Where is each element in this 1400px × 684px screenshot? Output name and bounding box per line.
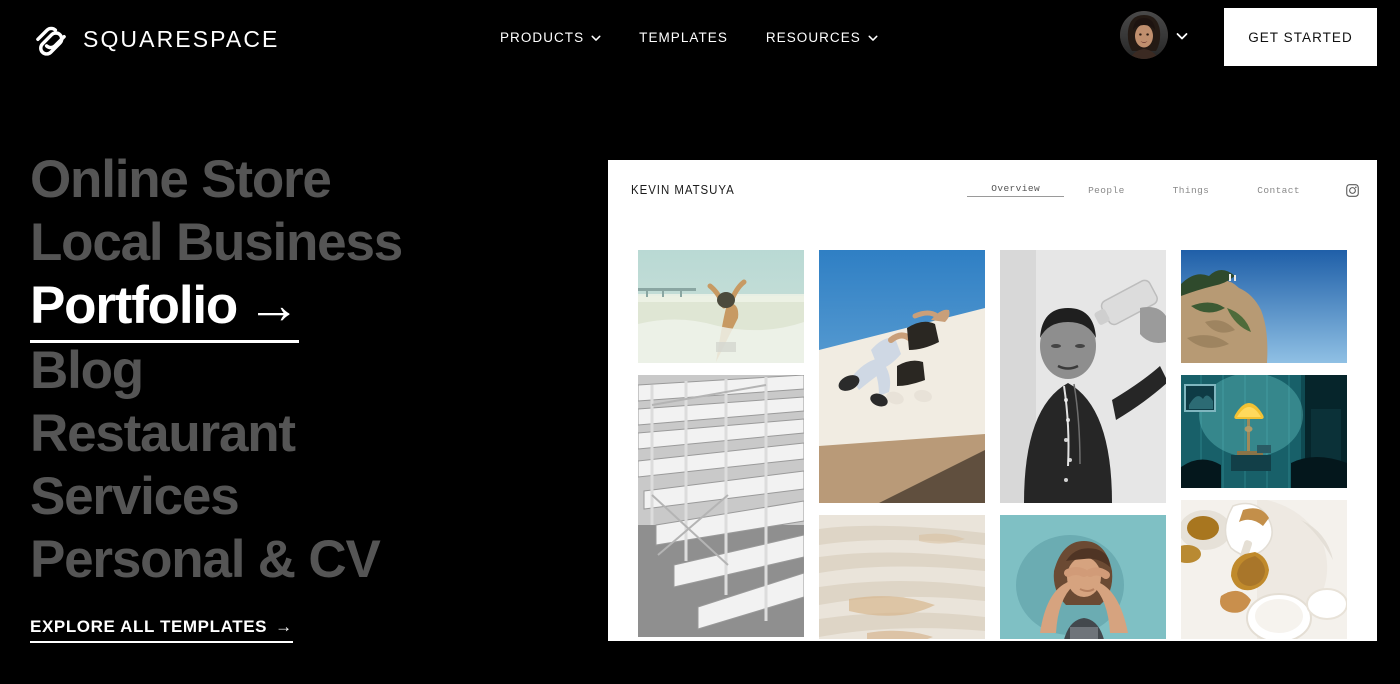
category-portfolio-label: Portfolio [30, 276, 238, 335]
nav-label-templates: TEMPLATES [639, 30, 728, 45]
category-local-business[interactable]: Local Business [30, 211, 403, 274]
gallery-image-man-water-bottle-bw[interactable] [1000, 250, 1166, 503]
gallery-image-yellow-lamp-teal-room[interactable] [1181, 375, 1347, 488]
nav-item-resources[interactable]: RESOURCES [766, 30, 878, 45]
get-started-button[interactable]: GET STARTED [1224, 8, 1377, 66]
nav-label-resources: RESOURCES [765, 30, 861, 45]
chevron-down-icon [1176, 30, 1188, 40]
instagram-icon[interactable] [1346, 183, 1359, 197]
nav-label-products: PRODUCTS [500, 30, 585, 45]
arrow-right-icon: → [247, 276, 300, 335]
active-underline [30, 340, 299, 343]
category-restaurant[interactable]: Restaurant [30, 402, 296, 465]
avatar [1120, 11, 1168, 59]
preview-nav-overview[interactable]: Overview [967, 183, 1065, 197]
top-navigation-bar: SQUARESPACE PRODUCTS TEMPLATES RESOURCES [0, 0, 1400, 75]
nav-item-products[interactable]: PRODUCTS [500, 30, 601, 45]
arrow-right-icon: → [275, 617, 293, 636]
gallery-image-two-people-white-wall[interactable] [819, 250, 985, 503]
gallery-image-travertine-steps[interactable] [819, 515, 985, 641]
category-services[interactable]: Services [30, 465, 240, 528]
preview-gallery-grid [638, 250, 1347, 641]
explore-label: EXPLORE ALL TEMPLATES [30, 617, 268, 636]
gallery-image-bleachers-bw[interactable] [638, 375, 804, 637]
chevron-down-icon [868, 33, 878, 43]
category-portfolio[interactable]: Portfolio → [30, 274, 300, 343]
preview-nav-things[interactable]: Things [1149, 185, 1234, 196]
gallery-image-beach-surf-woman[interactable] [638, 250, 804, 363]
preview-bottom-edge [608, 639, 1377, 641]
primary-nav-links: PRODUCTS TEMPLATES RESOURCES [500, 0, 878, 75]
preview-site-header: KEVIN MATSUYA Overview People Things Con… [608, 160, 1377, 222]
squarespace-templates-page: SQUARESPACE PRODUCTS TEMPLATES RESOURCES [0, 0, 1400, 684]
preview-site-nav: Overview People Things Contact [967, 183, 1359, 197]
category-personal-cv[interactable]: Personal & CV [30, 528, 381, 591]
brand-wordmark: SQUARESPACE [83, 25, 280, 52]
category-online-store[interactable]: Online Store [30, 148, 332, 211]
gallery-image-tea-pouring-overhead[interactable] [1181, 500, 1347, 641]
template-category-list: Online Store Local Business Portfolio → B… [30, 148, 550, 591]
category-blog[interactable]: Blog [30, 339, 144, 402]
nav-item-templates[interactable]: TEMPLATES [639, 30, 728, 45]
chevron-down-icon [591, 33, 601, 43]
account-menu[interactable] [1120, 11, 1188, 59]
explore-all-templates-link[interactable]: EXPLORE ALL TEMPLATES → [30, 617, 293, 643]
preview-nav-people[interactable]: People [1064, 185, 1149, 196]
template-preview-panel[interactable]: KEVIN MATSUYA Overview People Things Con… [608, 160, 1377, 641]
preview-nav-contact[interactable]: Contact [1233, 185, 1324, 196]
preview-site-title: KEVIN MATSUYA [631, 182, 735, 197]
brand-logo[interactable]: SQUARESPACE [30, 17, 280, 59]
gallery-image-cliff-blue-sky[interactable] [1181, 250, 1347, 363]
gallery-image-woman-teal-backdrop[interactable] [1000, 515, 1166, 641]
squarespace-logo-icon [30, 17, 72, 59]
